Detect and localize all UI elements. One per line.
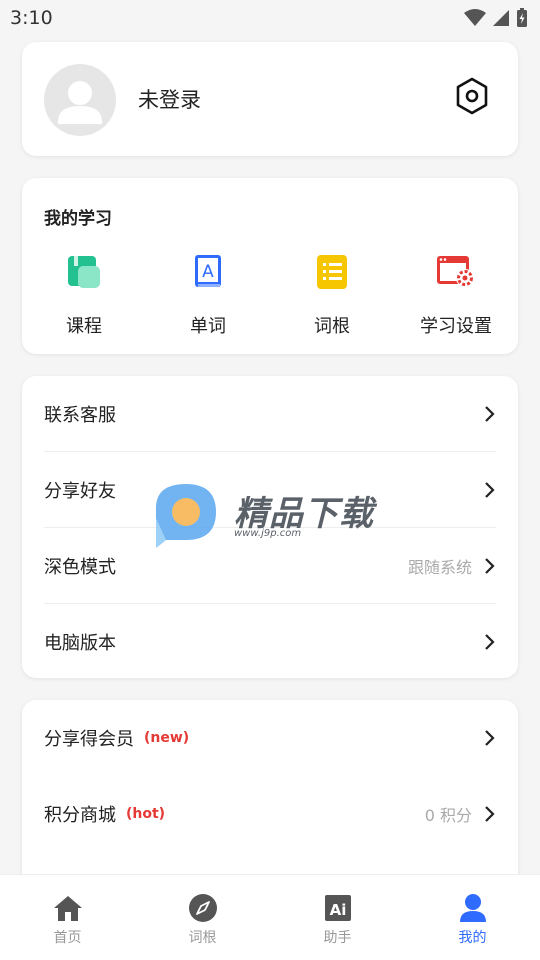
signal-icon (493, 10, 509, 26)
study-item-root[interactable]: 词根 (270, 250, 394, 338)
user-icon (457, 893, 489, 923)
menu-item-label: 积分商城 (44, 805, 116, 826)
nav-item-assistant[interactable]: Ai 助手 (270, 875, 405, 960)
default-avatar-icon (58, 81, 102, 124)
home-icon (52, 893, 84, 923)
word-book-icon: A (186, 250, 230, 294)
menu-item-contact[interactable]: 联系客服 (22, 376, 518, 452)
study-label-root: 词根 (314, 316, 350, 337)
section-title: 我的学习 (44, 209, 112, 229)
dark-mode-value: 跟随系统 (407, 558, 472, 577)
settings-hexagon-icon (456, 77, 488, 115)
chevron-right-icon (485, 558, 495, 574)
nav-label-root: 词根 (188, 930, 217, 946)
study-item-course[interactable]: 课程 (22, 250, 146, 338)
svg-text:A: A (202, 262, 214, 282)
status-icons (464, 8, 528, 28)
menu-item-label: 深色模式 (44, 557, 116, 578)
chevron-right-icon (485, 730, 495, 746)
compass-icon (187, 893, 219, 923)
profile-name[interactable]: 未登录 (138, 84, 201, 114)
watermark: 精品下载 www.j9p.com (150, 478, 390, 558)
study-item-word[interactable]: A 单词 (146, 250, 270, 338)
window-gear-icon (434, 250, 478, 294)
nav-item-home[interactable]: 首页 (0, 875, 135, 960)
menu-item-desktop[interactable]: 电脑版本 (22, 604, 518, 680)
bottom-nav: 首页 词根 Ai 助手 我的 (0, 874, 540, 960)
menu-item-label: 电脑版本 (44, 633, 116, 654)
study-grid: 课程 A 单词 词根 学习设置 (22, 250, 518, 338)
menu-item-points-mall[interactable]: 积分商城 (hot) 0 积分 (22, 776, 518, 852)
menu-item-label: 分享好友 (44, 481, 116, 502)
study-label-settings: 学习设置 (420, 316, 492, 337)
chevron-right-icon (485, 482, 495, 498)
hot-tag: (hot) (126, 806, 166, 822)
wifi-icon (464, 9, 486, 26)
watermark-logo-icon (156, 484, 216, 548)
menu-item-label: 联系客服 (44, 405, 116, 426)
nav-label-assistant: 助手 (323, 930, 352, 946)
chevron-right-icon (485, 406, 495, 422)
svg-text:Ai: Ai (329, 901, 346, 919)
avatar[interactable] (44, 64, 116, 136)
study-label-course: 课程 (66, 316, 102, 337)
study-item-settings[interactable]: 学习设置 (394, 250, 518, 338)
nav-label-mine: 我的 (458, 930, 487, 946)
status-bar: 3:10 (0, 0, 540, 36)
chevron-right-icon (485, 634, 495, 650)
watermark-url: www.j9p.com (234, 528, 302, 539)
new-tag: (new) (144, 730, 190, 746)
study-label-word: 单词 (190, 316, 226, 337)
course-book-icon (62, 250, 106, 294)
nav-item-mine[interactable]: 我的 (405, 875, 540, 960)
nav-item-root[interactable]: 词根 (135, 875, 270, 960)
menu-item-label: 分享得会员 (44, 729, 134, 750)
nav-label-home: 首页 (53, 930, 82, 946)
profile-card[interactable]: 未登录 (22, 42, 518, 156)
menu-item-share-vip[interactable]: 分享得会员 (new) (22, 700, 518, 776)
points-value: 0 积分 (424, 806, 472, 825)
settings-button[interactable] (454, 76, 490, 116)
chevron-right-icon (485, 806, 495, 822)
ai-icon: Ai (322, 893, 354, 923)
status-time: 3:10 (10, 7, 53, 29)
vip-card: 分享得会员 (new) 积分商城 (hot) 0 积分 (22, 700, 518, 900)
study-card: 我的学习 课程 A 单词 词根 学习设置 (22, 178, 518, 354)
list-note-icon (310, 250, 354, 294)
battery-icon (517, 8, 527, 27)
